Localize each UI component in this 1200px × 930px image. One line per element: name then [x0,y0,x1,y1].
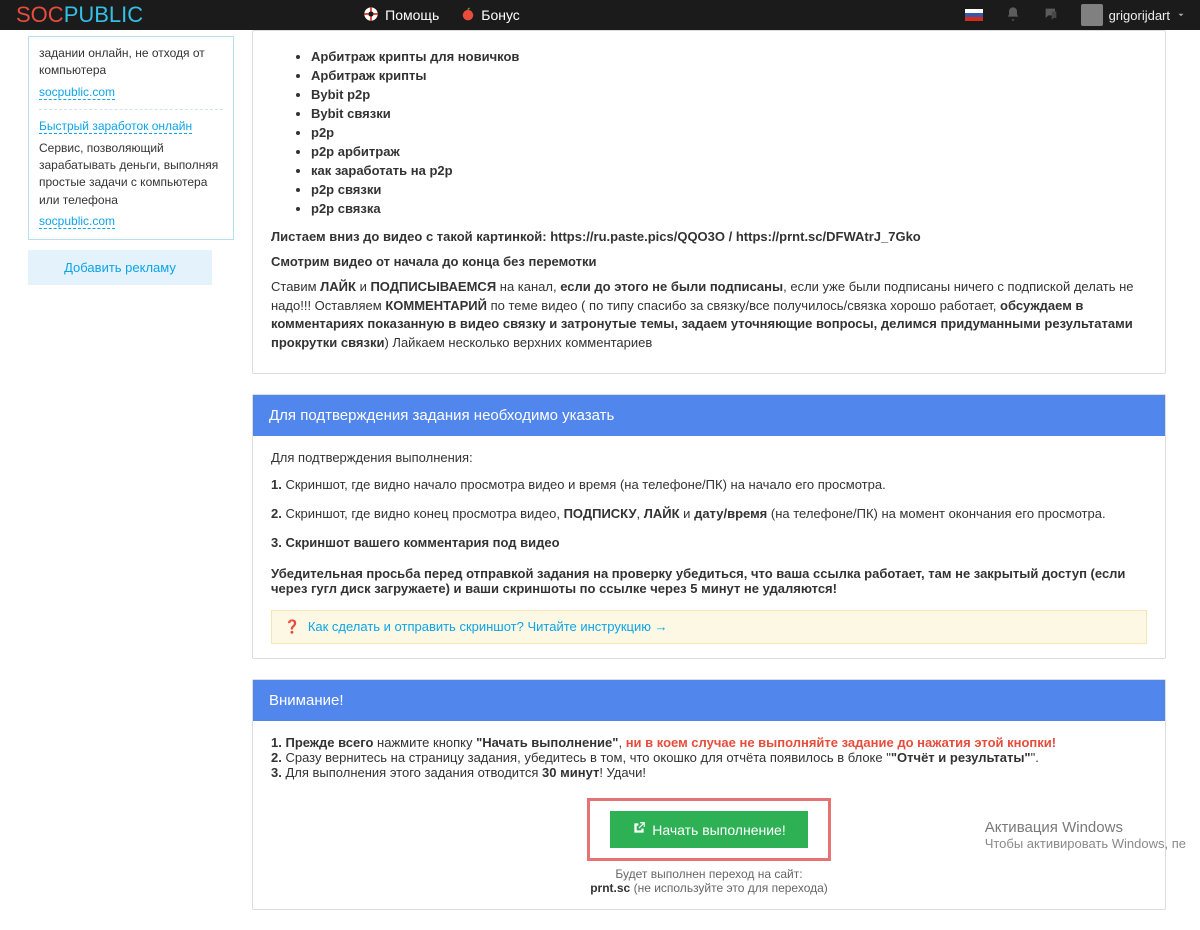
attn-line-2: 2. Сразу вернитесь на страницу задания, … [271,750,1147,765]
scroll-line: Листаем вниз до видео с такой картинкой:… [271,229,921,244]
external-link-icon [632,821,646,838]
avatar-icon [1081,4,1103,26]
start-button[interactable]: Начать выполнение! [610,811,807,848]
promo-box: задании онлайн, не отходя от компьютера … [28,36,234,240]
promo2-title[interactable]: Быстрый заработок онлайн [39,119,192,134]
task-bullet: p2p связки [311,182,1147,197]
task-bullet: Bybit связки [311,106,1147,121]
task-card: Арбитраж крипты для новичков Арбитраж кри… [252,30,1166,374]
help-box: ❓ Как сделать и отправить скриншот? Чита… [271,610,1147,644]
topbar: SOCPUBLIC Помощь Бонус grigorijdart [0,0,1200,30]
logo[interactable]: SOCPUBLIC [16,2,143,28]
nav-help[interactable]: Помощь [363,6,439,25]
task-bullet: Bybit p2p [311,87,1147,102]
confirm-item-2: 2. Скриншот, где видно конец просмотра в… [271,506,1147,521]
task-bullet: Арбитраж крипты [311,68,1147,83]
start-button-label: Начать выполнение! [652,822,785,838]
username: grigorijdart [1109,8,1170,23]
sidebar: задании онлайн, не отходя от компьютера … [0,30,242,930]
apple-icon [461,7,475,24]
help-link[interactable]: Как сделать и отправить скриншот? Читайт… [308,619,668,634]
confirm-item-3: 3. Скриншот вашего комментария под видео [271,535,1147,550]
confirm-header: Для подтверждения задания необходимо ука… [253,395,1165,436]
attention-card: Внимание! 1. Прежде всего нажмите кнопку… [252,679,1166,910]
promo1-tail: задании онлайн, не отходя от компьютера [39,45,223,80]
attn-line-1: 1. Прежде всего нажмите кнопку "Начать в… [271,735,1147,750]
promo2-link[interactable]: socpublic.com [39,214,115,229]
task-bullet: p2p связка [311,201,1147,216]
nav-bonus-label: Бонус [481,7,520,23]
task-bullet: p2p арбитраж [311,144,1147,159]
promo1-link[interactable]: socpublic.com [39,85,115,100]
chevron-down-icon [1176,8,1186,23]
bell-icon[interactable] [1005,6,1021,25]
like-paragraph: Ставим ЛАЙК и ПОДПИСЫВАЕМСЯ на канал, ес… [271,278,1147,353]
flag-ru-icon[interactable] [965,9,983,21]
main: Арбитраж крипты для новичков Арбитраж кри… [242,30,1200,930]
task-bullet: Арбитраж крипты для новичков [311,49,1147,64]
nav-help-label: Помощь [385,7,439,23]
start-button-frame: Начать выполнение! [587,798,830,861]
confirm-card: Для подтверждения задания необходимо ука… [252,394,1166,659]
user-menu[interactable]: grigorijdart [1081,4,1186,26]
windows-activation: Активация Windows Чтобы активировать Win… [985,819,1186,851]
attn-line-3: 3. Для выполнения этого задания отводитс… [271,765,1147,780]
attention-header: Внимание! [253,680,1165,721]
confirm-warning: Убедительная просьба перед отправкой зад… [271,566,1125,596]
nav-bonus[interactable]: Бонус [461,7,520,24]
question-icon: ❓ [284,619,300,634]
chat-icon[interactable] [1043,6,1059,25]
start-hint: Будет выполнен переход на сайт: prnt.sc … [271,867,1147,895]
task-bullets: Арбитраж крипты для новичков Арбитраж кри… [311,49,1147,216]
task-bullet: как заработать на p2p [311,163,1147,178]
confirm-item-1: 1. Скриншот, где видно начало просмотра … [271,477,1147,492]
add-ad-button[interactable]: Добавить рекламу [28,250,212,285]
watch-line: Смотрим видео от начала до конца без пер… [271,254,597,269]
task-bullet: p2p [311,125,1147,140]
lifebuoy-icon [363,6,379,25]
confirm-intro: Для подтверждения выполнения: [271,450,1147,465]
promo2-body: Сервис, позволяющий зарабатывать деньги,… [39,140,223,210]
